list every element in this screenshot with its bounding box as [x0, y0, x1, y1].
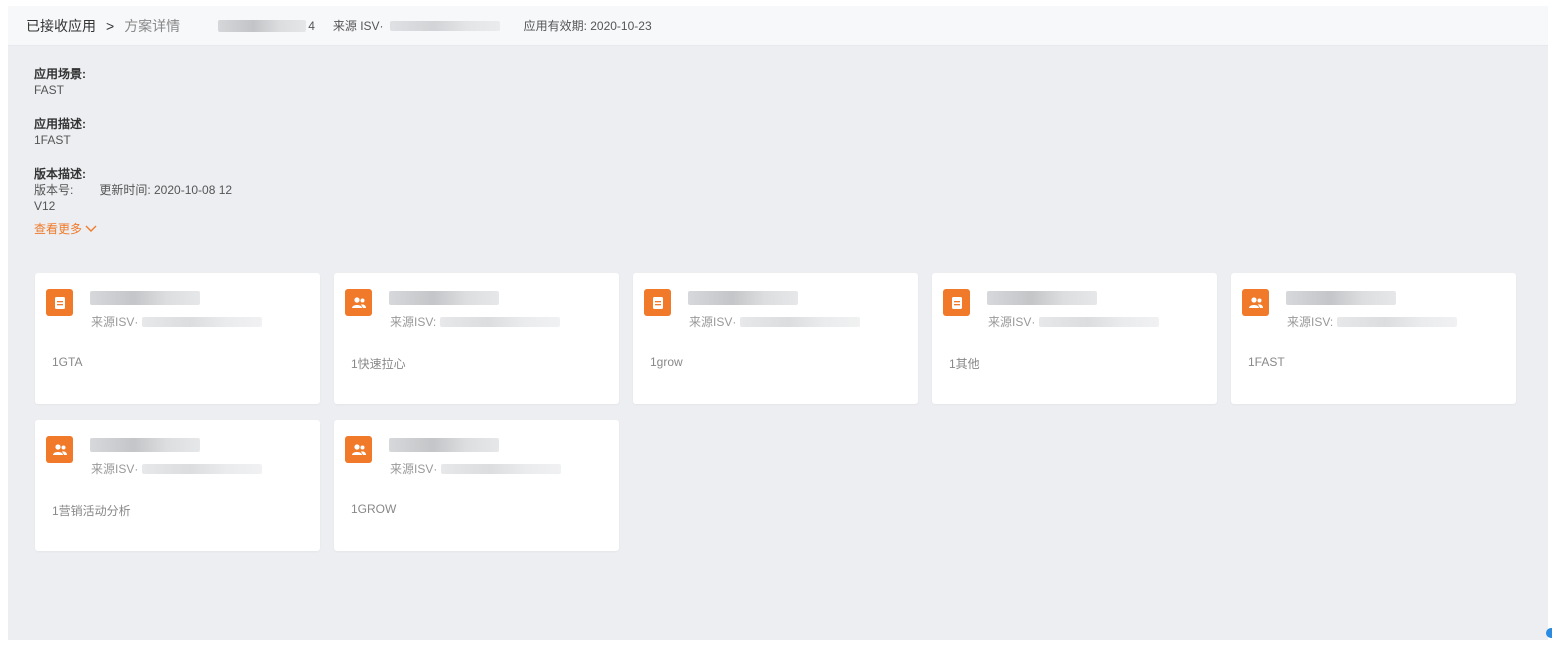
breadcrumb-root-link[interactable]: 已接收应用 [26, 16, 96, 36]
card-title-redacted [688, 291, 798, 305]
doc-icon [943, 289, 970, 316]
card-source-redacted [740, 316, 861, 327]
app-name-redacted [218, 19, 307, 32]
solution-card[interactable]: 来源ISV· 1营销活动分析 [35, 420, 320, 551]
solution-card[interactable]: 来源ISV: 1FAST [1231, 273, 1516, 404]
card-source-redacted [441, 463, 562, 474]
card-source-label: 来源ISV: [1287, 315, 1334, 329]
users-icon [345, 289, 372, 316]
card-source: 来源ISV· [988, 313, 1160, 330]
scene-value: FAST [34, 83, 65, 97]
source-isv-label: 来源 ISV· [332, 19, 384, 33]
top-bar: 已接收应用 > 方案详情 4 来源 ISV· 应用有效期: 2020-10-23 [8, 6, 1548, 46]
version-field: 版本描述: 版本号: 更新时间: 2020-10-08 12 V12 查看更多 [34, 166, 258, 237]
view-more-link[interactable]: 查看更多 [34, 220, 258, 237]
card-source-redacted [142, 316, 263, 327]
card-title-redacted [90, 438, 200, 452]
card-title-redacted [90, 291, 200, 305]
solution-card[interactable]: 来源ISV· 1grow [633, 273, 918, 404]
card-source: 来源ISV· [390, 460, 562, 477]
breadcrumb-separator: > [106, 17, 115, 34]
card-source-label: 来源ISV· [91, 315, 139, 329]
card-source-label: 来源ISV· [988, 315, 1036, 329]
card-source: 来源ISV· [689, 313, 861, 330]
update-time: 更新时间: 2020-10-08 12 [99, 183, 233, 197]
card-title-redacted [987, 291, 1097, 305]
card-description: 1其他 [949, 357, 980, 371]
view-more-label: 查看更多 [34, 222, 83, 236]
card-description: 1grow [650, 355, 683, 369]
card-title-redacted [389, 291, 499, 305]
description-value: 1FAST [34, 133, 71, 147]
card-source-label: 来源ISV· [390, 462, 438, 476]
card-description: 1快速拉心 [351, 357, 406, 371]
users-icon [46, 436, 73, 463]
card-source: 来源ISV: [390, 313, 561, 330]
solution-card[interactable]: 来源ISV· 1GTA [35, 273, 320, 404]
breadcrumb-current: 方案详情 [124, 17, 181, 34]
card-source-redacted [1039, 316, 1160, 327]
scene-field: 应用场景: FAST [34, 66, 258, 98]
details-section: 应用场景: FAST 应用描述: 1FAST 版本描述: 版本号: 更新时间: … [34, 66, 258, 237]
description-label: 应用描述: [34, 117, 86, 131]
card-source-redacted [142, 463, 263, 474]
version-label: 版本描述: [34, 167, 86, 181]
version-no-label: 版本号: [34, 183, 74, 197]
card-title-redacted [1286, 291, 1396, 305]
page-frame: 已接收应用 > 方案详情 4 来源 ISV· 应用有效期: 2020-10-23… [8, 6, 1548, 640]
users-icon [345, 436, 372, 463]
app-name-suffix: 4 [308, 18, 315, 33]
card-description: 1GROW [351, 502, 397, 516]
scene-label: 应用场景: [34, 67, 86, 81]
card-source-label: 来源ISV· [689, 315, 737, 329]
solution-card[interactable]: 来源ISV· 1其他 [932, 273, 1217, 404]
doc-icon [46, 289, 73, 316]
card-source-label: 来源ISV: [390, 315, 437, 329]
card-description: 1GTA [52, 355, 83, 369]
solution-card[interactable]: 来源ISV: 1快速拉心 [334, 273, 619, 404]
card-description: 1营销活动分析 [52, 504, 131, 518]
floating-help-tab[interactable] [1546, 628, 1552, 638]
card-title-redacted [389, 438, 499, 452]
card-source: 来源ISV· [91, 460, 263, 477]
card-description: 1FAST [1248, 355, 1285, 369]
card-source: 来源ISV· [91, 313, 263, 330]
card-source-redacted [440, 316, 561, 327]
card-source-label: 来源ISV· [91, 462, 139, 476]
description-field: 应用描述: 1FAST [34, 116, 258, 148]
users-icon [1242, 289, 1269, 316]
version-value: V12 [34, 199, 56, 213]
validity-date: 应用有效期: 2020-10-23 [523, 19, 652, 33]
version-row: 版本号: 更新时间: 2020-10-08 12 [34, 182, 258, 198]
card-source-redacted [1337, 316, 1458, 327]
solution-card[interactable]: 来源ISV· 1GROW [334, 420, 619, 551]
chevron-down-icon [85, 225, 97, 232]
source-isv-redacted [389, 20, 500, 31]
card-source: 来源ISV: [1287, 313, 1458, 330]
doc-icon [644, 289, 671, 316]
